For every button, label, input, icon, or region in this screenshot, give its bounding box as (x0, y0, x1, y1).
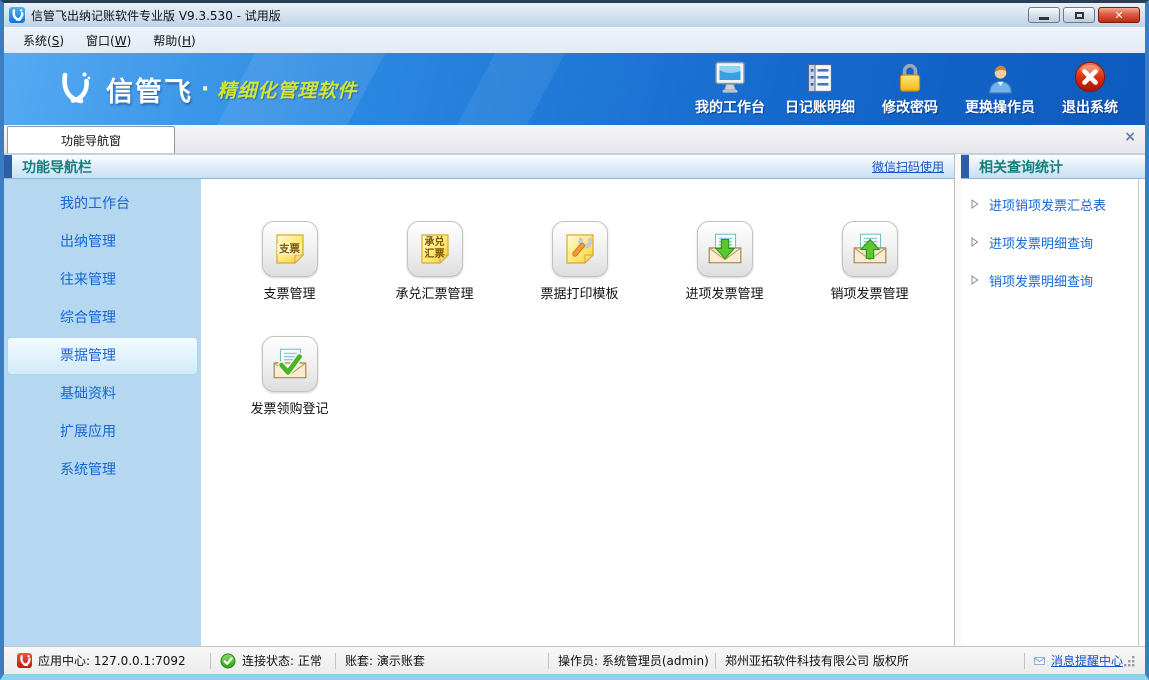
navigation-panel-header: 功能导航栏 微信扫码使用 (4, 154, 954, 179)
note-cheque-icon: 支票 (262, 221, 318, 277)
switch-operator-icon (985, 58, 1016, 94)
module-bill-print-template[interactable]: 票据打印模板 (519, 221, 640, 302)
password-lock-icon (895, 58, 925, 94)
sidebar-item-bills-mgmt[interactable]: 票据管理 (7, 337, 198, 375)
envelope-arrow-down-icon (697, 221, 753, 277)
header-accent-marker (4, 155, 12, 178)
banner-toolbar: 我的工作台 日记账明细 (687, 58, 1145, 121)
toolbar-exit-system[interactable]: 退出系统 (1047, 58, 1133, 121)
nav-sidebar: 我的工作台 出纳管理 往来管理 综合管理 票据管理 基础资料 扩展应用 系统管理 (4, 179, 201, 646)
sidebar-item-general-mgmt[interactable]: 综合管理 (7, 299, 198, 337)
panel-splitter[interactable] (954, 154, 961, 646)
app-window: 信管飞出纳记账软件专业版 V9.3.530 - 试用版 ✕ 系统(S) 窗口(W… (0, 0, 1149, 680)
toolbar-switch-operator[interactable]: 更换操作员 (957, 58, 1043, 121)
module-input-invoice[interactable]: 进项发票管理 (664, 221, 785, 302)
note-draft-icon: 承兑 汇票 (407, 221, 463, 277)
wechat-scan-link[interactable]: 微信扫码使用 (872, 158, 944, 175)
navigation-panel-title: 功能导航栏 (22, 157, 92, 177)
query-item-input-invoice-detail[interactable]: 进项发票明细查询 (961, 223, 1145, 261)
sidebar-item-basic-data[interactable]: 基础资料 (7, 375, 198, 413)
sidebar-item-extensions[interactable]: 扩展应用 (7, 413, 198, 451)
header-accent-marker (961, 155, 969, 178)
menu-window[interactable]: 窗口(W) (75, 28, 142, 53)
query-item-output-invoice-detail[interactable]: 销项发票明细查询 (961, 261, 1145, 299)
module-grid: 支票 支票管理 承兑 (201, 179, 954, 646)
brand-name: 信管飞 (106, 70, 193, 109)
sidebar-item-system-mgmt[interactable]: 系统管理 (7, 451, 198, 489)
resize-grip[interactable] (1123, 655, 1141, 674)
status-connection: 连接状态: 正常 (211, 652, 335, 669)
query-panel-header: 相关查询统计 (961, 154, 1145, 179)
menu-bar: 系统(S) 窗口(W) 帮助(H) (4, 27, 1145, 53)
status-copyright: 郑州亚拓软件科技有限公司 版权所 (716, 652, 1024, 669)
title-bar: 信管飞出纳记账软件专业版 V9.3.530 - 试用版 ✕ (4, 3, 1145, 27)
window-title: 信管飞出纳记账软件专业版 V9.3.530 - 试用版 (31, 7, 281, 24)
envelope-check-icon (262, 336, 318, 392)
workbench-monitor-icon (713, 58, 747, 94)
toolbar-journal-detail[interactable]: 日记账明细 (777, 58, 863, 121)
toolbar-change-password[interactable]: 修改密码 (867, 58, 953, 121)
journal-detail-icon (804, 58, 836, 94)
status-account-set: 账套: 演示账套 (336, 652, 548, 669)
minimize-icon[interactable] (1028, 7, 1060, 23)
module-draft-management[interactable]: 承兑 汇票 承兑汇票管理 (374, 221, 495, 302)
status-operator: 操作员: 系统管理员(admin) (549, 652, 715, 669)
brand-block: 信管飞 · 精细化管理软件 (54, 69, 357, 109)
tab-strip: 功能导航窗 × (4, 125, 1145, 154)
connection-ok-icon (220, 653, 236, 669)
brand-separator: · (201, 77, 209, 102)
app-center-logo-icon (17, 653, 32, 668)
menu-system[interactable]: 系统(S) (12, 28, 75, 53)
maximize-icon[interactable] (1063, 7, 1095, 23)
triangle-bullet-icon (971, 275, 979, 285)
status-message-center[interactable]: 消息提醒中心 (1025, 652, 1123, 669)
sidebar-item-my-workbench[interactable]: 我的工作台 (7, 185, 198, 223)
toolbar-my-workbench[interactable]: 我的工作台 (687, 58, 773, 121)
status-bar: 应用中心: 127.0.0.1:7092 连接状态: 正常 账套: 演示账套 操… (4, 646, 1145, 674)
sidebar-item-contacts-mgmt[interactable]: 往来管理 (7, 261, 198, 299)
query-panel: 相关查询统计 进项销项发票汇总表 进项发票明细查询 销项发票明细查询 (961, 154, 1145, 646)
module-output-invoice[interactable]: 销项发票管理 (809, 221, 930, 302)
mail-icon (1034, 655, 1045, 667)
brand-swoosh-icon (54, 69, 96, 109)
sidebar-item-cashier-mgmt[interactable]: 出纳管理 (7, 223, 198, 261)
brand-tagline: 精细化管理软件 (217, 76, 357, 103)
menu-help[interactable]: 帮助(H) (142, 28, 206, 53)
brand-banner: 信管飞 · 精细化管理软件 我的工作台 (4, 53, 1145, 125)
content-area: 功能导航栏 微信扫码使用 我的工作台 出纳管理 往来管理 综合管理 票据管理 基… (4, 154, 1145, 646)
exit-system-icon (1073, 58, 1107, 94)
close-icon[interactable]: ✕ (1098, 7, 1140, 23)
app-logo-icon (9, 7, 25, 23)
triangle-bullet-icon (971, 199, 979, 209)
module-invoice-purchase-register[interactable]: 发票领购登记 (229, 336, 350, 417)
status-app-center: 应用中心: 127.0.0.1:7092 (8, 652, 210, 669)
tab-function-navigation[interactable]: 功能导航窗 (7, 126, 175, 153)
triangle-bullet-icon (971, 237, 979, 247)
query-item-invoice-summary[interactable]: 进项销项发票汇总表 (961, 185, 1145, 223)
query-panel-title: 相关查询统计 (979, 157, 1063, 177)
tab-close-icon[interactable]: × (1124, 130, 1136, 144)
note-wrench-icon (552, 221, 608, 277)
envelope-arrow-up-icon (842, 221, 898, 277)
navigation-panel: 功能导航栏 微信扫码使用 我的工作台 出纳管理 往来管理 综合管理 票据管理 基… (4, 154, 954, 646)
module-cheque-management[interactable]: 支票 支票管理 (229, 221, 350, 302)
